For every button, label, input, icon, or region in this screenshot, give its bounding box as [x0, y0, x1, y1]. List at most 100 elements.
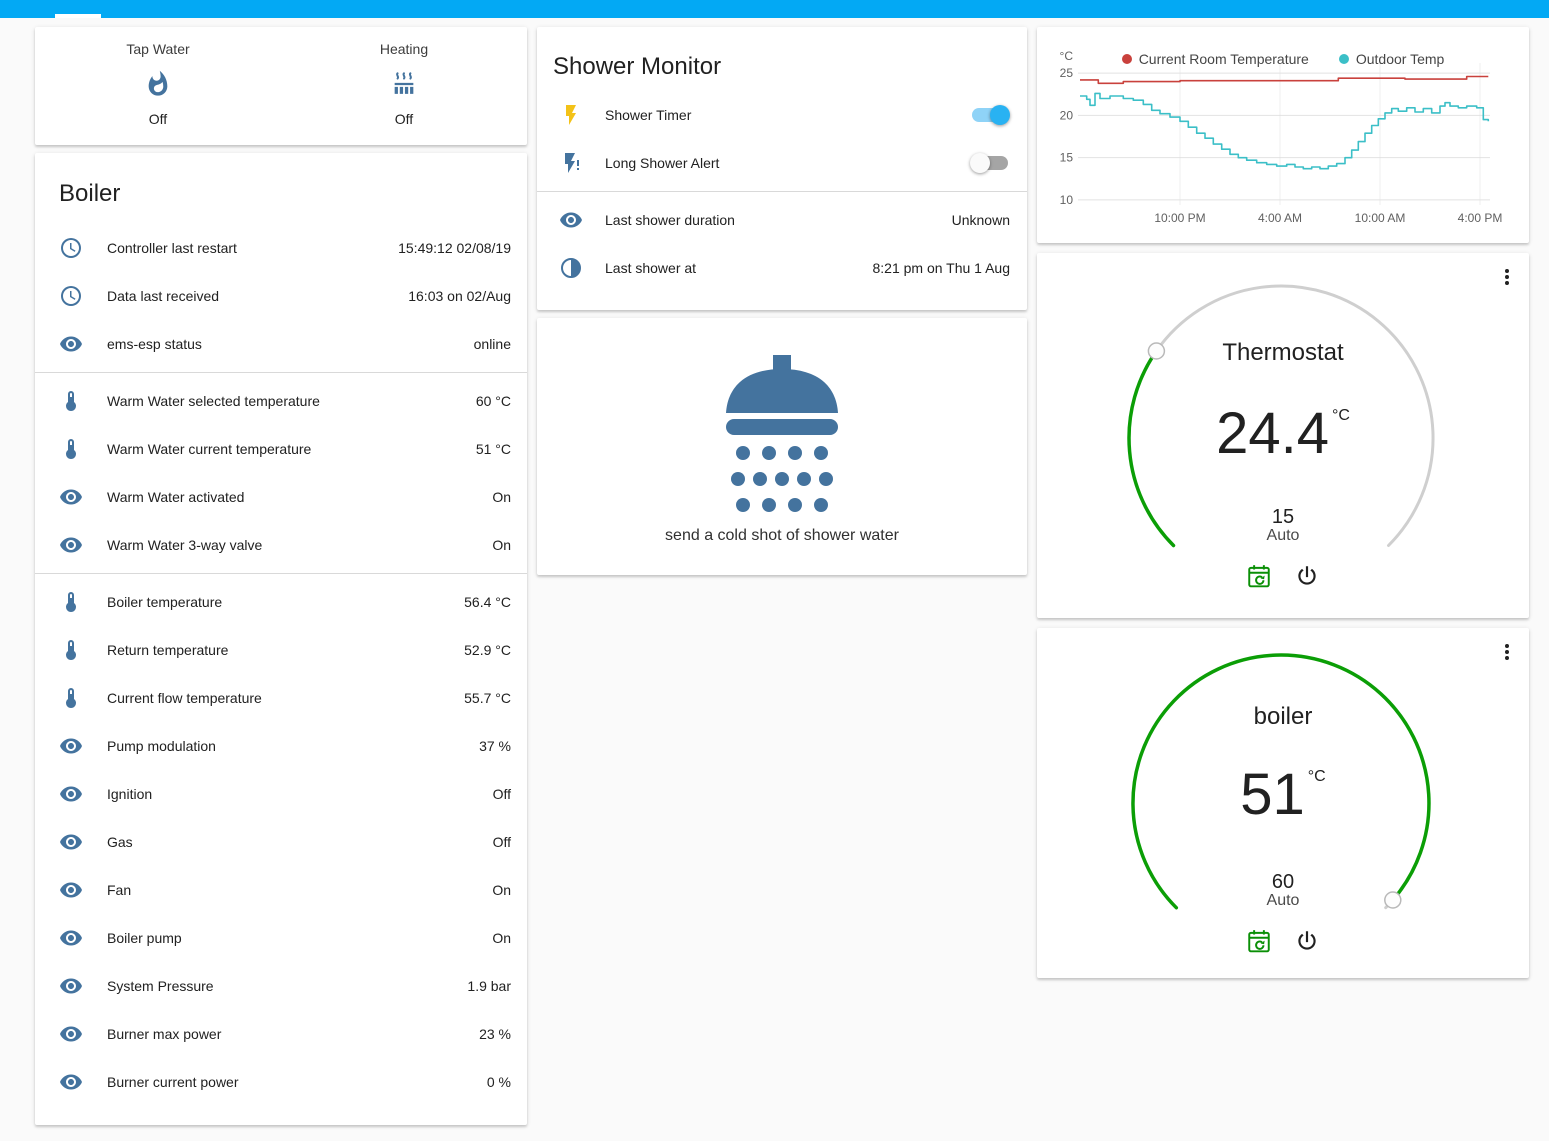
row-label: Last shower at — [605, 260, 872, 276]
entity-row[interactable]: Warm Water selected temperature60 °C — [35, 377, 527, 425]
row-label: Current flow temperature — [107, 690, 464, 706]
flash-alert-icon — [559, 151, 583, 175]
divider — [35, 573, 527, 574]
svg-text:20: 20 — [1060, 108, 1074, 122]
target-temperature: 15 — [1037, 506, 1529, 529]
entity-row: Shower Timer — [537, 91, 1027, 139]
row-value: On — [492, 537, 511, 553]
svg-text:10:00 AM: 10:00 AM — [1355, 211, 1406, 225]
flash-icon — [559, 103, 583, 127]
entity-row: Long Shower Alert — [537, 139, 1027, 187]
glance-tap-water[interactable]: Tap Water Off — [35, 37, 281, 137]
entity-row[interactable]: System Pressure1.9 bar — [35, 962, 527, 1010]
eye-icon — [59, 1022, 83, 1046]
svg-text:15: 15 — [1060, 151, 1074, 165]
entity-row[interactable]: Return temperature52.9 °C — [35, 626, 527, 674]
cold-shot-button-card[interactable]: send a cold shot of shower water — [537, 318, 1027, 575]
row-label: Data last received — [107, 288, 408, 304]
row-label: Return temperature — [107, 642, 464, 658]
row-value: On — [492, 882, 511, 898]
row-label: Shower Timer — [605, 107, 972, 123]
entity-row[interactable]: Controller last restart15:49:12 02/08/19 — [35, 224, 527, 272]
hvac-mode: Auto — [1037, 527, 1529, 545]
entity-row[interactable]: Warm Water 3-way valveOn — [35, 521, 527, 569]
long-shower-alert-toggle[interactable] — [972, 156, 1008, 170]
cold-shot-label: send a cold shot of shower water — [665, 527, 899, 545]
row-value: 16:03 on 02/Aug — [408, 288, 511, 304]
row-value: Off — [493, 786, 511, 802]
eye-icon — [59, 782, 83, 806]
current-temperature: 51 — [1240, 764, 1305, 826]
row-label: Warm Water selected temperature — [107, 393, 476, 409]
mode-buttons — [1037, 928, 1529, 954]
row-label: Warm Water activated — [107, 489, 492, 505]
row-label: Warm Water 3-way valve — [107, 537, 492, 553]
row-label: Fan — [107, 882, 492, 898]
divider — [35, 372, 527, 373]
calendar-sync-icon[interactable] — [1246, 928, 1272, 954]
thermostat-card: Thermostat 24.4 °C 15 Auto — [1037, 253, 1529, 618]
eye-icon — [559, 208, 583, 232]
legend-label: Current Room Temperature — [1139, 51, 1309, 67]
boiler-rows: Controller last restart15:49:12 02/08/19… — [35, 224, 527, 1106]
row-label: Last shower duration — [605, 212, 952, 228]
thermometer-icon — [59, 590, 83, 614]
fire-icon — [144, 70, 172, 98]
calendar-sync-icon[interactable] — [1246, 563, 1272, 589]
power-icon[interactable] — [1294, 928, 1320, 954]
entity-row[interactable]: Burner current power0 % — [35, 1058, 527, 1106]
gauge-name: Thermostat — [1037, 339, 1529, 367]
row-label: Burner max power — [107, 1026, 479, 1042]
entity-row[interactable]: Boiler pumpOn — [35, 914, 527, 962]
card-title: Boiler — [35, 153, 527, 224]
legend-label: Outdoor Temp — [1356, 51, 1444, 67]
row-label: ems-esp status — [107, 336, 474, 352]
active-tab-indicator — [55, 14, 101, 18]
temperature-unit: °C — [1332, 407, 1350, 425]
entity-row[interactable]: Pump modulation37 % — [35, 722, 527, 770]
entity-row[interactable]: IgnitionOff — [35, 770, 527, 818]
eye-icon — [59, 878, 83, 902]
legend-dot — [1122, 54, 1132, 64]
thermometer-icon — [59, 437, 83, 461]
entity-row[interactable]: GasOff — [35, 818, 527, 866]
row-value: Off — [493, 834, 511, 850]
radiator-icon — [390, 70, 418, 98]
entity-row[interactable]: Current flow temperature55.7 °C — [35, 674, 527, 722]
row-label: Burner current power — [107, 1074, 487, 1090]
entity-row[interactable]: Boiler temperature56.4 °C — [35, 578, 527, 626]
chart-legend: Current Room Temperature Outdoor Temp — [1037, 51, 1529, 67]
glance-heating[interactable]: Heating Off — [281, 37, 527, 137]
thermometer-icon — [59, 638, 83, 662]
target-temperature: 60 — [1037, 871, 1529, 894]
entity-row[interactable]: ems-esp statusonline — [35, 320, 527, 368]
entity-row[interactable]: Warm Water activatedOn — [35, 473, 527, 521]
eye-icon — [59, 830, 83, 854]
current-temperature: 24.4 — [1216, 403, 1329, 465]
eye-icon — [59, 533, 83, 557]
entity-row[interactable]: Data last received16:03 on 02/Aug — [35, 272, 527, 320]
row-value: On — [492, 489, 511, 505]
row-value: 52.9 °C — [464, 642, 511, 658]
eye-icon — [59, 974, 83, 998]
entity-row[interactable]: Burner max power23 % — [35, 1010, 527, 1058]
legend-item: Outdoor Temp — [1339, 51, 1444, 67]
glance-state: Off — [149, 111, 167, 127]
svg-text:4:00 AM: 4:00 AM — [1258, 211, 1302, 225]
row-value: 0 % — [487, 1074, 511, 1090]
glance-state: Off — [395, 111, 413, 127]
temperature-history-card: 10:00 PM4:00 AM10:00 AM4:00 PM25201510°C… — [1037, 27, 1529, 243]
legend-item: Current Room Temperature — [1122, 51, 1309, 67]
shower-timer-toggle[interactable] — [972, 108, 1008, 122]
entity-row[interactable]: Last shower duration Unknown — [537, 196, 1027, 244]
entity-row[interactable]: Warm Water current temperature51 °C — [35, 425, 527, 473]
row-value: 23 % — [479, 1026, 511, 1042]
power-icon[interactable] — [1294, 563, 1320, 589]
mode-buttons — [1037, 563, 1529, 589]
entity-row[interactable]: Last shower at 8:21 pm on Thu 1 Aug — [537, 244, 1027, 292]
glance-label: Heating — [380, 41, 428, 57]
entity-row[interactable]: FanOn — [35, 866, 527, 914]
row-value: 37 % — [479, 738, 511, 754]
eye-icon — [59, 734, 83, 758]
svg-text:10: 10 — [1060, 193, 1074, 207]
